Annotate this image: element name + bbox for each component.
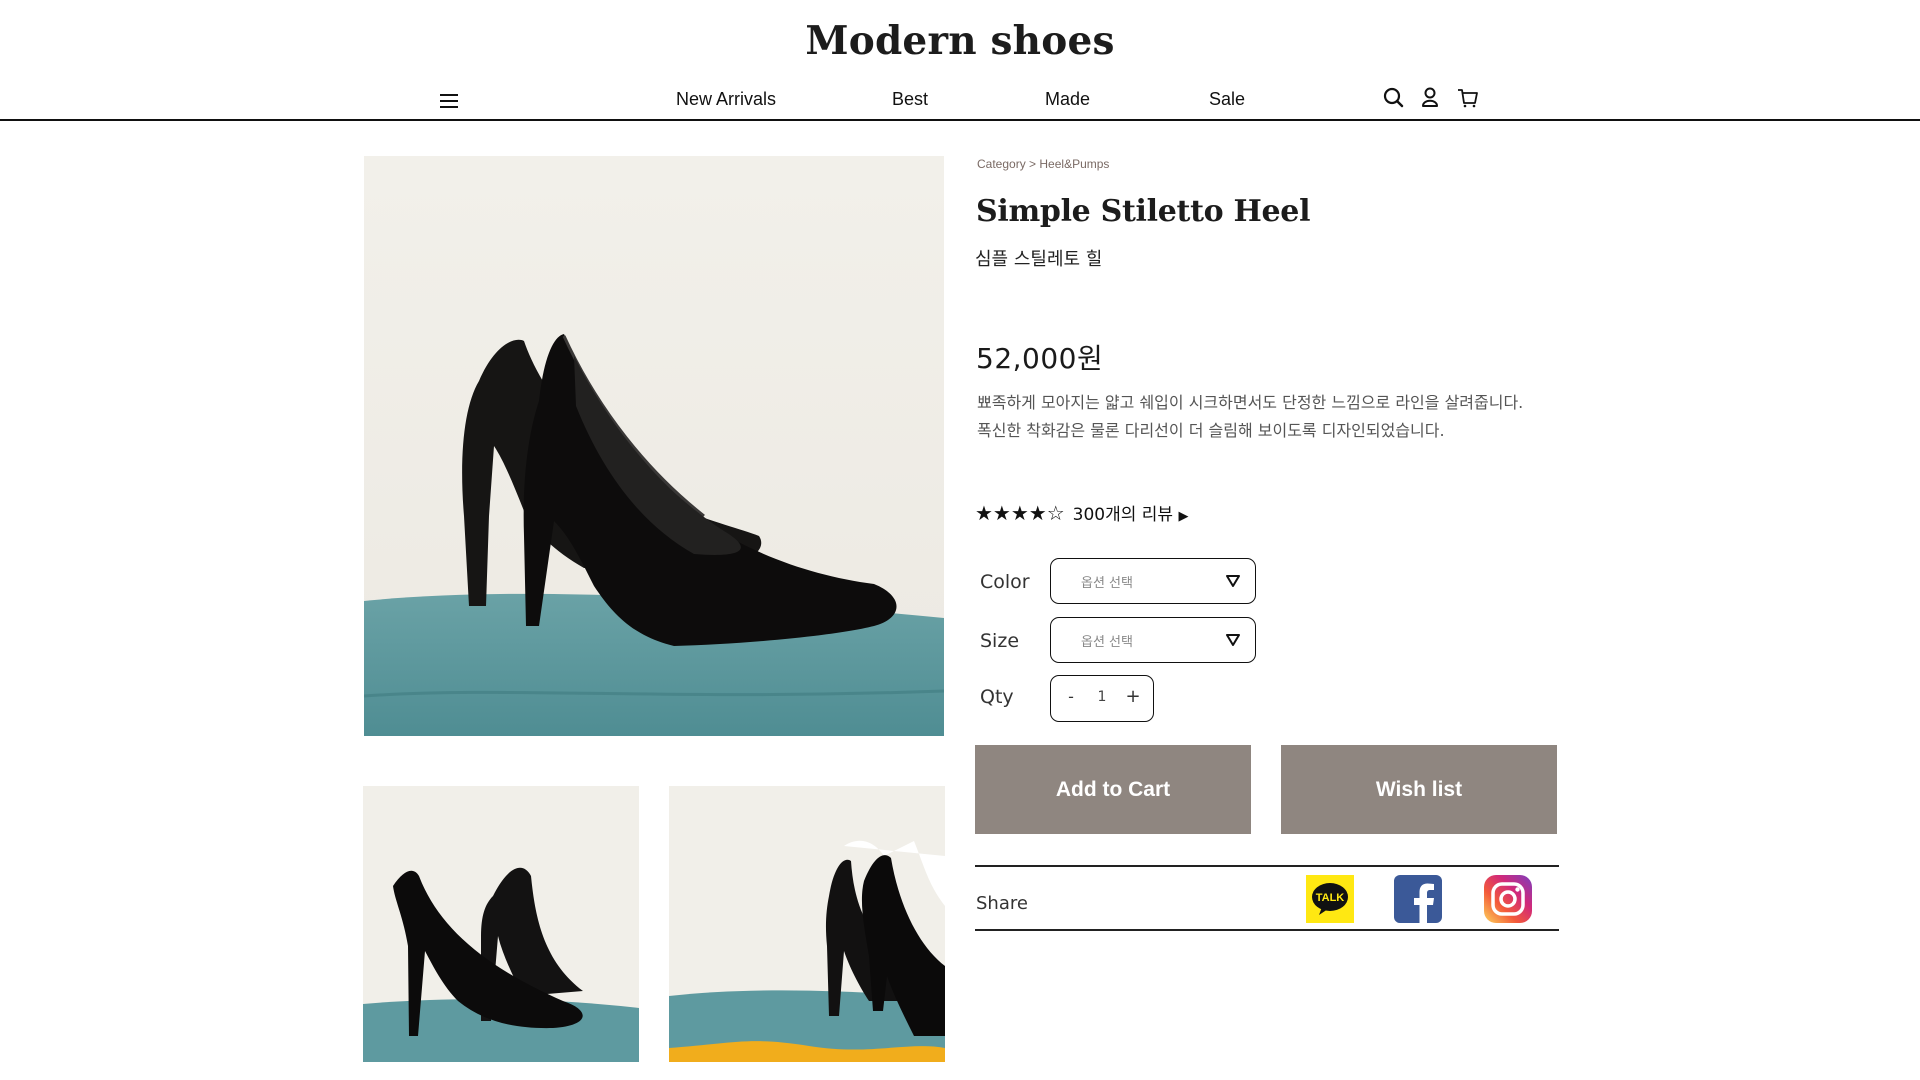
kakaotalk-icon[interactable]: TALK xyxy=(1306,875,1354,923)
search-icon[interactable] xyxy=(1380,84,1408,112)
facebook-icon[interactable] xyxy=(1394,875,1442,923)
wish-list-button[interactable]: Wish list xyxy=(1281,745,1557,834)
color-select[interactable]: 옵션 선택 xyxy=(1050,558,1256,604)
nav-new-arrivals[interactable]: New Arrivals xyxy=(676,89,776,110)
product-main-image[interactable] xyxy=(364,156,944,736)
kakaotalk-label: TALK xyxy=(1316,892,1345,904)
size-select[interactable]: 옵션 선택 xyxy=(1050,617,1256,663)
breadcrumb: Category > Heel&Pumps xyxy=(977,157,1109,171)
share-top-divider xyxy=(975,865,1559,867)
color-label: Color xyxy=(980,571,1030,593)
color-select-placeholder: 옵션 선택 xyxy=(1081,576,1133,591)
nav-made[interactable]: Made xyxy=(1045,89,1090,110)
qty-label: Qty xyxy=(980,686,1014,708)
product-description: 뾰족하게 모아지는 얇고 쉐입이 시크하면서도 단정한 느낌으로 라인을 살려줍… xyxy=(977,389,1577,445)
quantity-stepper: - 1 + xyxy=(1050,675,1154,722)
product-thumb-1[interactable] xyxy=(363,786,639,1062)
rating-stars: ★★★★☆ xyxy=(975,500,1065,525)
qty-value[interactable]: 1 xyxy=(1091,689,1113,705)
product-subtitle: 심플 스틸레토 힐 xyxy=(975,249,1103,270)
instagram-icon[interactable] xyxy=(1484,875,1532,923)
dropdown-arrow-icon xyxy=(1226,634,1240,646)
menu-icon[interactable] xyxy=(438,92,462,110)
description-line-2: 폭신한 착화감은 물론 다리선이 더 슬림해 보이도록 디자인되었습니다. xyxy=(977,421,1445,440)
description-line-1: 뾰족하게 모아지는 얇고 쉐입이 시크하면서도 단정한 느낌으로 라인을 살려줍… xyxy=(977,393,1524,412)
cart-icon[interactable] xyxy=(1454,84,1482,112)
reviews-count: 300개의 리뷰 xyxy=(1072,505,1174,525)
breadcrumb-separator: > xyxy=(1025,157,1040,171)
product-price: 52,000원 xyxy=(976,342,1104,375)
user-icon[interactable] xyxy=(1416,84,1444,112)
dropdown-arrow-icon xyxy=(1226,575,1240,587)
reviews-link[interactable]: 300개의 리뷰 ▶ xyxy=(1073,500,1189,525)
breadcrumb-category[interactable]: Category xyxy=(977,157,1026,171)
play-arrow-icon: ▶ xyxy=(1178,509,1189,524)
rating-row: ★★★★☆ 300개의 리뷰 ▶ xyxy=(975,500,1189,526)
size-label: Size xyxy=(980,630,1020,652)
qty-decrement-button[interactable]: - xyxy=(1063,687,1079,706)
add-to-cart-button[interactable]: Add to Cart xyxy=(975,745,1251,834)
nav-sale[interactable]: Sale xyxy=(1209,89,1245,110)
breadcrumb-heel-pumps[interactable]: Heel&Pumps xyxy=(1039,157,1109,171)
share-label: Share xyxy=(976,893,1028,914)
nav-best[interactable]: Best xyxy=(892,89,928,110)
header-divider xyxy=(0,119,1920,121)
product-title: Simple Stiletto Heel xyxy=(976,194,1311,229)
brand-logo[interactable]: Modern shoes xyxy=(0,18,1920,64)
share-bottom-divider xyxy=(975,929,1559,931)
product-thumb-2[interactable] xyxy=(669,786,945,1062)
size-select-placeholder: 옵션 선택 xyxy=(1081,635,1133,650)
qty-increment-button[interactable]: + xyxy=(1125,686,1141,707)
